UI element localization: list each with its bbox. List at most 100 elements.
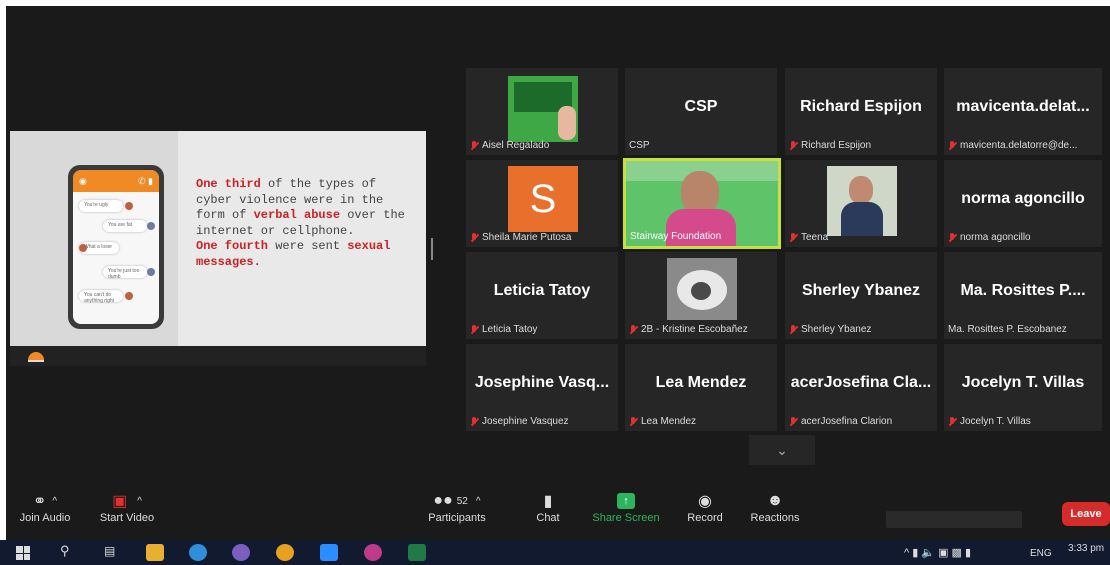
participant-tile[interactable]: Teena: [785, 160, 937, 247]
participants-label: Participants: [428, 512, 486, 524]
participant-tile[interactable]: Sherley Ybanez Sherley Ybanez: [785, 252, 937, 339]
muted-mic-icon: [948, 416, 957, 427]
share-screen-button[interactable]: ↑ Share Screen: [590, 490, 662, 524]
participants-count: 52: [456, 495, 468, 507]
slide-highlight: verbal abuse: [253, 208, 341, 223]
participant-name: acerJosefina Cla...: [790, 374, 932, 391]
participant-tile[interactable]: 2B - Kristine Escobañez: [625, 252, 777, 339]
chevron-down-icon: ⌄: [776, 442, 788, 458]
participant-label: norma agoncillo: [948, 232, 1031, 243]
muted-mic-icon: [629, 416, 638, 427]
participant-video: [667, 258, 737, 320]
paint-icon[interactable]: [232, 544, 250, 561]
participant-name: Leticia Tatoy: [493, 282, 591, 299]
participant-tile[interactable]: Leticia Tatoy Leticia Tatoy: [466, 252, 618, 339]
windows-start-icon[interactable]: [16, 546, 30, 560]
clock[interactable]: 3:33 pm: [1068, 543, 1104, 554]
app-icon[interactable]: [364, 544, 382, 561]
participant-label: mavicenta.delatorre@de...: [948, 140, 1077, 151]
start-video-label: Start Video: [99, 512, 155, 524]
edge-icon[interactable]: [189, 544, 207, 561]
participant-tile[interactable]: Josephine Vasq... Josephine Vasquez: [466, 344, 618, 431]
muted-mic-icon: [470, 140, 479, 151]
share-screen-icon: ↑: [617, 493, 635, 509]
caret-up-icon[interactable]: ^: [476, 496, 481, 507]
notification-bar: [886, 511, 1022, 528]
chat-icon: ▮: [543, 493, 553, 510]
participant-label: Sherley Ybanez: [789, 324, 871, 335]
foundation-logo-icon: [28, 352, 44, 362]
muted-mic-icon: [789, 324, 798, 335]
participant-name: CSP: [684, 98, 718, 115]
leave-button[interactable]: Leave: [1062, 502, 1110, 526]
participant-name: Sherley Ybanez: [802, 282, 920, 299]
muted-mic-icon: [470, 232, 479, 243]
participant-label: Leticia Tatoy: [470, 324, 537, 335]
participant-tile[interactable]: mavicenta.delat... mavicenta.delatorre@d…: [944, 68, 1102, 155]
video-off-icon: ▣: [112, 493, 128, 510]
participant-name: Lea Mendez: [655, 374, 747, 391]
participant-label: Sheila Marie Putosa: [470, 232, 572, 243]
reactions-button[interactable]: ☻ Reactions: [748, 490, 802, 524]
participants-button[interactable]: ●● 52 ^ Participants: [424, 490, 490, 524]
language-indicator[interactable]: ENG: [1030, 548, 1052, 559]
participant-label: CSP: [629, 140, 650, 151]
participant-label: acerJosefina Clarion: [789, 416, 892, 427]
task-view-icon[interactable]: ▤: [104, 544, 115, 558]
search-icon[interactable]: ⚲: [60, 543, 70, 559]
participant-label: Stairway Foundation: [630, 231, 722, 242]
slide-highlight: One fourth: [196, 239, 269, 254]
muted-mic-icon: [789, 232, 798, 243]
participant-tile[interactable]: Jocelyn T. Villas Jocelyn T. Villas: [944, 344, 1102, 431]
participant-label: Aisel Regalado: [470, 140, 549, 151]
participant-label: Jocelyn T. Villas: [948, 416, 1031, 427]
slide-text: One third of the types of cyber violence…: [196, 177, 416, 271]
participant-name: Richard Espijon: [800, 98, 922, 115]
caret-up-icon[interactable]: ^: [137, 496, 142, 507]
shared-screen: ◉ ✆ ▮ You're ugly You are fat What a lose…: [10, 131, 426, 366]
active-speaker-tile[interactable]: Stairway Foundation: [623, 158, 781, 249]
chat-label: Chat: [536, 512, 560, 524]
participant-tile[interactable]: Aisel Regalado: [466, 68, 618, 155]
muted-mic-icon: [789, 416, 798, 427]
participants-icon: ●●: [433, 492, 453, 509]
participant-tile[interactable]: Ma. Rosittes P.... Ma. Rosittes P. Escob…: [944, 252, 1102, 339]
tray-icons[interactable]: ^ ▮ 🔈 ▣ ▩ ▮: [904, 546, 971, 559]
record-button[interactable]: ◉ Record: [684, 490, 726, 524]
split-divider-handle[interactable]: [431, 238, 433, 260]
participant-label: Josephine Vasquez: [470, 416, 569, 427]
muted-mic-icon: [948, 140, 957, 151]
participant-tile[interactable]: S Sheila Marie Putosa: [466, 160, 618, 247]
slide-illustration: ◉ ✆ ▮ You're ugly You are fat What a lose…: [10, 131, 178, 366]
join-audio-button[interactable]: ⚭ ^ Join Audio: [14, 490, 76, 524]
chat-button[interactable]: ▮ Chat: [530, 490, 566, 524]
slide-footer: [10, 346, 426, 366]
chrome-icon[interactable]: [276, 544, 294, 561]
start-video-button[interactable]: ▣ ^ Start Video: [94, 490, 160, 524]
excel-icon[interactable]: [408, 544, 426, 561]
gallery-next-page-button[interactable]: ⌄: [749, 435, 815, 465]
participant-label: Ma. Rosittes P. Escobanez: [948, 324, 1067, 335]
headphones-icon: ⚭: [32, 493, 47, 510]
reactions-label: Reactions: [750, 512, 800, 524]
participant-name: Josephine Vasq...: [474, 374, 610, 391]
share-screen-label: Share Screen: [592, 512, 660, 524]
muted-mic-icon: [948, 232, 957, 243]
participant-tile[interactable]: acerJosefina Cla... acerJosefina Clarion: [785, 344, 937, 431]
file-explorer-icon[interactable]: [146, 544, 164, 561]
participant-video: [827, 166, 897, 236]
participant-label: 2B - Kristine Escobañez: [629, 324, 748, 335]
participant-label: Richard Espijon: [789, 140, 871, 151]
caret-up-icon[interactable]: ^: [52, 496, 57, 507]
zoom-icon[interactable]: [320, 544, 338, 561]
participant-tile[interactable]: CSP CSP: [625, 68, 777, 155]
participant-tile[interactable]: Richard Espijon Richard Espijon: [785, 68, 937, 155]
participant-tile[interactable]: Lea Mendez Lea Mendez: [625, 344, 777, 431]
participant-video: [508, 76, 578, 142]
participant-label: Lea Mendez: [629, 416, 696, 427]
muted-mic-icon: [789, 140, 798, 151]
record-icon: ◉: [698, 493, 712, 510]
muted-mic-icon: [629, 324, 638, 335]
join-audio-label: Join Audio: [19, 512, 71, 524]
participant-tile[interactable]: norma agoncillo norma agoncillo: [944, 160, 1102, 247]
